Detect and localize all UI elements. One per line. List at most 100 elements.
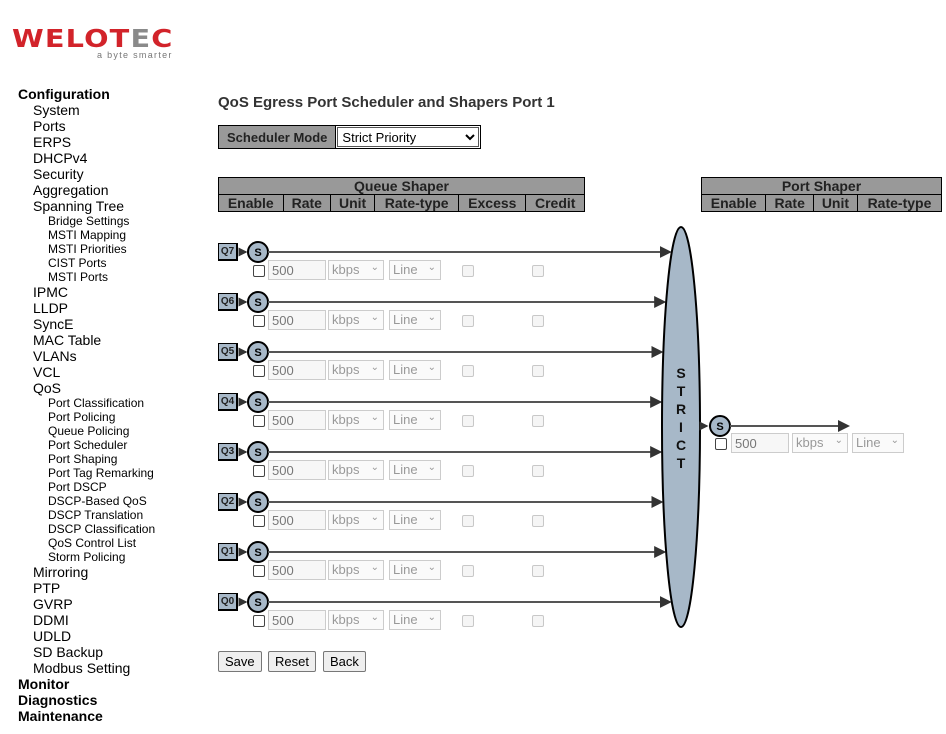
queue-enable-checkbox[interactable] (253, 265, 265, 277)
queue-unit-select[interactable]: kbps ⌄ (328, 310, 384, 330)
strict-letter: R (676, 401, 686, 417)
queue-credit-checkbox[interactable] (532, 465, 544, 477)
chevron-down-icon: ⌄ (834, 435, 843, 446)
queue-label: Q5 (218, 343, 238, 361)
queue-rate-input[interactable]: 500 (268, 560, 326, 580)
port-rate-input[interactable]: 500 (731, 433, 789, 453)
queue-rate-type-value: Line (393, 362, 418, 377)
back-button[interactable]: Back (323, 651, 366, 672)
queue-rate-input[interactable]: 500 (268, 510, 326, 530)
queue-rate-type-select[interactable]: Line ⌄ (389, 360, 441, 380)
chevron-down-icon: ⌄ (427, 512, 436, 523)
queue-unit-value: kbps (332, 312, 360, 327)
queue-excess-checkbox[interactable] (462, 315, 474, 327)
strict-letter: T (677, 455, 686, 471)
chevron-down-icon: ⌄ (370, 312, 379, 323)
queue-unit-value: kbps (332, 462, 360, 477)
save-button[interactable]: Save (218, 651, 262, 672)
chevron-down-icon: ⌄ (370, 262, 379, 273)
port-enable-checkbox[interactable] (715, 438, 727, 450)
queue-rate-type-value: Line (393, 512, 418, 527)
queue-credit-checkbox[interactable] (532, 565, 544, 577)
chevron-down-icon: ⌄ (427, 262, 436, 273)
chevron-down-icon: ⌄ (370, 612, 379, 623)
queue-enable-checkbox[interactable] (253, 465, 265, 477)
port-unit-value: kbps (796, 435, 824, 450)
port-unit-select[interactable]: kbps ⌄ (792, 433, 848, 453)
shaper-node-label: S (254, 447, 261, 459)
queue-unit-value: kbps (332, 362, 360, 377)
queue-enable-checkbox[interactable] (253, 365, 265, 377)
port-rate-type-value: Line (856, 435, 881, 450)
queue-rate-type-select[interactable]: Line ⌄ (389, 560, 441, 580)
queue-unit-select[interactable]: kbps ⌄ (328, 510, 384, 530)
queue-rate-type-select[interactable]: Line ⌄ (389, 410, 441, 430)
shaper-node-label: S (254, 497, 261, 509)
queue-excess-checkbox[interactable] (462, 365, 474, 377)
queue-enable-checkbox[interactable] (253, 515, 265, 527)
chevron-down-icon: ⌄ (427, 562, 436, 573)
shaper-node-label: S (254, 247, 261, 259)
queue-unit-select[interactable]: kbps ⌄ (328, 560, 384, 580)
queue-excess-checkbox[interactable] (462, 415, 474, 427)
queue-rate-input[interactable]: 500 (268, 260, 326, 280)
chevron-down-icon: ⌄ (370, 362, 379, 373)
queue-unit-value: kbps (332, 512, 360, 527)
strict-letter: T (677, 383, 686, 399)
queue-excess-checkbox[interactable] (462, 465, 474, 477)
queue-credit-checkbox[interactable] (532, 265, 544, 277)
port-shaper-node-label: S (716, 421, 723, 433)
queue-rate-type-select[interactable]: Line ⌄ (389, 460, 441, 480)
queue-rate-type-value: Line (393, 412, 418, 427)
queue-excess-checkbox[interactable] (462, 265, 474, 277)
reset-button[interactable]: Reset (268, 651, 316, 672)
shaper-node-label: S (254, 297, 261, 309)
queue-rate-type-value: Line (393, 312, 418, 327)
queue-enable-checkbox[interactable] (253, 615, 265, 627)
queue-rate-input[interactable]: 500 (268, 360, 326, 380)
chevron-down-icon: ⌄ (370, 412, 379, 423)
queue-unit-select[interactable]: kbps ⌄ (328, 360, 384, 380)
queue-credit-checkbox[interactable] (532, 315, 544, 327)
queue-rate-type-select[interactable]: Line ⌄ (389, 510, 441, 530)
queue-unit-select[interactable]: kbps ⌄ (328, 460, 384, 480)
queue-credit-checkbox[interactable] (532, 415, 544, 427)
queue-enable-checkbox[interactable] (253, 565, 265, 577)
queue-rate-input[interactable]: 500 (268, 310, 326, 330)
chevron-down-icon: ⌄ (370, 512, 379, 523)
queue-unit-select[interactable]: kbps ⌄ (328, 410, 384, 430)
queue-excess-checkbox[interactable] (462, 515, 474, 527)
queue-rate-type-value: Line (393, 462, 418, 477)
queue-rate-type-value: Line (393, 612, 418, 627)
chevron-down-icon: ⌄ (427, 312, 436, 323)
shaper-node-label: S (254, 397, 261, 409)
strict-letter: C (676, 437, 686, 453)
queue-unit-select[interactable]: kbps ⌄ (328, 260, 384, 280)
queue-rate-type-select[interactable]: Line ⌄ (389, 610, 441, 630)
queue-rate-type-select[interactable]: Line ⌄ (389, 260, 441, 280)
queue-credit-checkbox[interactable] (532, 615, 544, 627)
queue-label: Q7 (218, 243, 238, 261)
queue-unit-select[interactable]: kbps ⌄ (328, 610, 384, 630)
queue-unit-value: kbps (332, 262, 360, 277)
shaper-node-label: S (254, 597, 261, 609)
queue-rate-input[interactable]: 500 (268, 610, 326, 630)
chevron-down-icon: ⌄ (427, 412, 436, 423)
chevron-down-icon: ⌄ (370, 462, 379, 473)
chevron-down-icon: ⌄ (427, 612, 436, 623)
queue-label: Q0 (218, 593, 238, 611)
queue-credit-checkbox[interactable] (532, 515, 544, 527)
queue-unit-value: kbps (332, 612, 360, 627)
queue-rate-type-select[interactable]: Line ⌄ (389, 310, 441, 330)
strict-letter: S (676, 365, 685, 381)
queue-rate-type-value: Line (393, 262, 418, 277)
queue-excess-checkbox[interactable] (462, 565, 474, 577)
queue-rate-input[interactable]: 500 (268, 460, 326, 480)
queue-credit-checkbox[interactable] (532, 365, 544, 377)
queue-excess-checkbox[interactable] (462, 615, 474, 627)
queue-enable-checkbox[interactable] (253, 415, 265, 427)
queue-rate-input[interactable]: 500 (268, 410, 326, 430)
port-rate-type-select[interactable]: Line ⌄ (852, 433, 904, 453)
queue-label: Q1 (218, 543, 238, 561)
queue-enable-checkbox[interactable] (253, 315, 265, 327)
